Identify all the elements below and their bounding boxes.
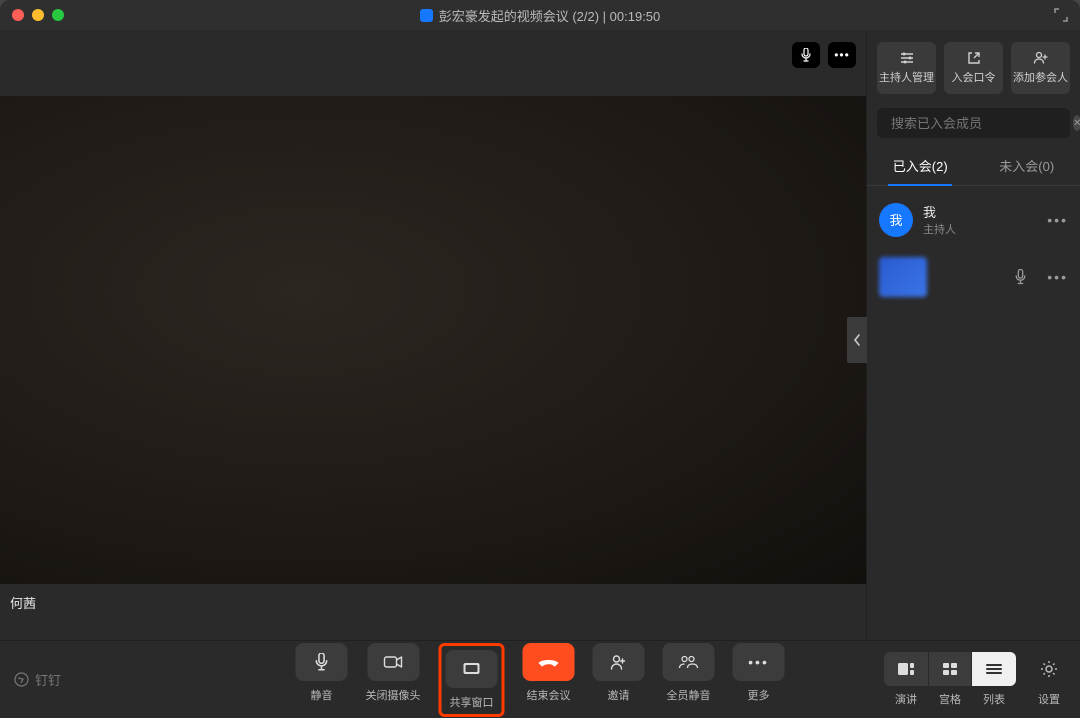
camera-control: 关闭摄像头 <box>366 643 421 703</box>
minimize-window-button[interactable] <box>32 9 44 21</box>
bottom-bar: 钉钉 静音 关闭摄像头 共享窗口 <box>0 640 1080 718</box>
video-footer: 何茜 <box>0 584 866 640</box>
more-label: 更多 <box>748 687 770 703</box>
add-user-icon <box>1033 51 1049 65</box>
app-window: 彭宏豪发起的视频会议 (2/2) | 00:19:50 ••• <box>0 0 1080 718</box>
video-top-strip: ••• <box>0 30 866 96</box>
end-control: 结束会议 <box>523 643 575 703</box>
view-mode-group: 演讲 宫格 列表 <box>884 652 1016 707</box>
end-call-button[interactable] <box>523 643 575 681</box>
grid-view-button[interactable] <box>928 652 972 686</box>
participant-row[interactable]: 我 我 主持人 ••• <box>867 192 1080 247</box>
invite-icon <box>610 654 628 670</box>
video-area <box>0 96 866 584</box>
participant-name-overlay: 何茜 <box>10 593 36 612</box>
join-code-button[interactable]: 入会口令 <box>944 42 1003 94</box>
brand-label: 钉钉 <box>35 670 61 689</box>
search-input[interactable] <box>891 116 1067 131</box>
camera-icon <box>383 655 403 669</box>
participant-name: 我 <box>923 202 956 221</box>
main-area: ••• 何茜 <box>0 30 866 640</box>
window-title-text: 彭宏豪发起的视频会议 (2/2) | 00:19:50 <box>439 6 661 25</box>
titlebar: 彭宏豪发起的视频会议 (2/2) | 00:19:50 <box>0 0 1080 30</box>
invite-button[interactable] <box>593 643 645 681</box>
speaker-view-icon <box>897 662 915 676</box>
sidebar: 主持人管理 入会口令 添加参会人 ✕ 已入会(2) 未入会(0) <box>866 30 1080 640</box>
add-participant-label: 添加参会人 <box>1013 69 1068 85</box>
share-control: 共享窗口 <box>446 650 498 710</box>
sidebar-actions: 主持人管理 入会口令 添加参会人 <box>867 30 1080 104</box>
participant-tabs: 已入会(2) 未入会(0) <box>867 146 1080 186</box>
self-more-button[interactable]: ••• <box>828 42 856 68</box>
grid-view-icon <box>942 662 958 676</box>
mute-all-label: 全员静音 <box>667 687 711 703</box>
participant-row[interactable]: ••• <box>867 247 1080 307</box>
list-view-icon <box>985 663 1003 675</box>
invite-control: 邀请 <box>593 643 645 703</box>
list-view-button[interactable] <box>972 652 1016 686</box>
view-controls: 演讲 宫格 列表 设置 <box>884 652 1066 707</box>
more-button[interactable]: ••• <box>733 643 785 681</box>
mute-all-control: 全员静音 <box>663 643 715 703</box>
traffic-lights <box>12 9 64 21</box>
participant-list: 我 我 主持人 ••• ••• <box>867 186 1080 640</box>
fullscreen-icon[interactable] <box>1054 8 1068 22</box>
more-icon: ••• <box>834 48 850 62</box>
microphone-icon <box>800 48 812 62</box>
app-badge-icon <box>420 9 433 22</box>
gear-icon <box>1040 660 1058 678</box>
mute-control: 静音 <box>296 643 348 703</box>
microphone-icon <box>314 653 330 671</box>
brand: 钉钉 <box>14 670 61 689</box>
collapse-sidebar-button[interactable] <box>847 317 867 363</box>
participant-more-button[interactable]: ••• <box>1047 212 1068 228</box>
host-manage-label: 主持人管理 <box>879 69 934 85</box>
avatar: 我 <box>879 203 913 237</box>
chevron-left-icon <box>852 333 862 347</box>
grid-view-label: 宫格 <box>939 691 961 707</box>
maximize-window-button[interactable] <box>52 9 64 21</box>
sliders-icon <box>899 51 915 65</box>
more-control: ••• 更多 <box>733 643 785 703</box>
camera-label: 关闭摄像头 <box>366 687 421 703</box>
mute-label: 静音 <box>311 687 333 703</box>
dingtalk-icon <box>14 672 29 687</box>
main-controls: 静音 关闭摄像头 共享窗口 结束会议 <box>296 643 785 717</box>
end-label: 结束会议 <box>527 687 571 703</box>
avatar <box>879 257 927 297</box>
settings-button[interactable] <box>1032 652 1066 686</box>
host-manage-button[interactable]: 主持人管理 <box>877 42 936 94</box>
add-participant-button[interactable]: 添加参会人 <box>1011 42 1070 94</box>
tab-joined[interactable]: 已入会(2) <box>867 146 974 185</box>
mute-all-icon <box>679 654 699 670</box>
hangup-icon <box>537 656 561 668</box>
body: ••• 何茜 主持人管理 入 <box>0 30 1080 640</box>
share-screen-icon <box>462 661 482 677</box>
invite-label: 邀请 <box>608 687 630 703</box>
mute-all-button[interactable] <box>663 643 715 681</box>
speaker-view-label: 演讲 <box>895 691 917 707</box>
microphone-icon[interactable] <box>1014 269 1027 285</box>
share-label: 共享窗口 <box>450 694 494 710</box>
camera-button[interactable] <box>367 643 419 681</box>
share-button[interactable] <box>446 650 498 688</box>
external-link-icon <box>967 51 981 65</box>
tab-not-joined[interactable]: 未入会(0) <box>974 146 1080 185</box>
clear-search-button[interactable]: ✕ <box>1073 115 1080 131</box>
window-title: 彭宏豪发起的视频会议 (2/2) | 00:19:50 <box>0 6 1080 25</box>
settings-label: 设置 <box>1038 691 1060 707</box>
participant-more-button[interactable]: ••• <box>1047 269 1068 285</box>
self-mic-button[interactable] <box>792 42 820 68</box>
search-row: ✕ <box>877 108 1070 138</box>
mute-button[interactable] <box>296 643 348 681</box>
share-highlight: 共享窗口 <box>439 643 505 717</box>
close-window-button[interactable] <box>12 9 24 21</box>
speaker-view-button[interactable] <box>884 652 928 686</box>
more-icon: ••• <box>748 654 769 670</box>
self-toolbar: ••• <box>792 42 856 68</box>
join-code-label: 入会口令 <box>952 69 996 85</box>
list-view-label: 列表 <box>983 691 1005 707</box>
participant-role: 主持人 <box>923 221 956 237</box>
participant-info: 我 主持人 <box>923 202 956 237</box>
